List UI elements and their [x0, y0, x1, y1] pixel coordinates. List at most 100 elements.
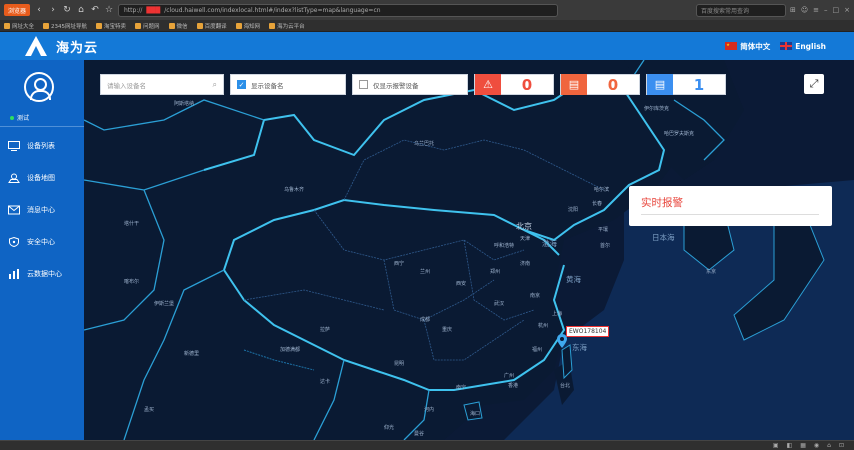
sidebar-item-message-center[interactable]: 消息中心 — [0, 194, 84, 226]
bookmark-item[interactable]: 网址大全 — [4, 22, 34, 30]
home-icon[interactable]: ⌂ — [76, 5, 86, 15]
address-bar[interactable]: http://███/cloud.haiwell.com/indexlocal.… — [118, 3, 558, 17]
app-title: 海为云 — [56, 40, 99, 56]
map-label: 天津 — [520, 236, 531, 242]
map-label: 哈尔滨 — [594, 187, 610, 193]
realtime-alarm-panel: 实时报警 — [629, 186, 832, 226]
sidebar-item-device-list[interactable]: 设备列表 — [0, 130, 84, 162]
status-icon[interactable]: ◧ — [787, 442, 793, 449]
map-label: 阿斯塔纳 — [174, 101, 195, 107]
map-label: 沈阳 — [568, 207, 579, 213]
extensions-icon[interactable]: ⊞ — [790, 6, 796, 14]
search-icon[interactable]: ⌕ — [213, 80, 217, 90]
map-label: 香港 — [508, 383, 519, 389]
sidebar-item-cloud-data-center[interactable]: 云数据中心 — [0, 258, 84, 290]
bookmark-item[interactable]: 海知网 — [235, 22, 260, 30]
close-icon[interactable]: × — [844, 6, 850, 14]
undo-icon[interactable]: ↶ — [90, 5, 100, 15]
map-label: 平壤 — [598, 227, 609, 233]
map-label: 广州 — [504, 373, 515, 379]
lang-english-link[interactable]: English — [780, 42, 826, 51]
map-label: 北京 — [516, 222, 532, 231]
sidebar-item-security-center[interactable]: 安全中心 — [0, 226, 84, 258]
bookmark-icon — [269, 22, 276, 29]
china-flag-icon — [725, 42, 738, 50]
offline-device-icon: ▤ — [561, 74, 587, 95]
browser-search-input[interactable]: 百度搜索常用查询 — [695, 3, 786, 17]
envelope-icon — [8, 205, 20, 215]
map-label: 乌兰巴托 — [414, 141, 435, 147]
map-label: 杭州 — [538, 323, 549, 329]
map-label: 郑州 — [490, 269, 501, 275]
status-icon[interactable]: ◉ — [814, 442, 819, 449]
bookmark-icon — [4, 22, 10, 29]
map-label: 达卡 — [320, 379, 331, 385]
map-label: 武汉 — [494, 301, 505, 307]
shield-icon — [9, 237, 19, 247]
checkbox-unchecked-icon[interactable] — [359, 80, 368, 89]
online-count-badge[interactable]: ▤ 1 — [646, 74, 726, 95]
alarm-panel-title: 实时报警 — [641, 197, 683, 209]
map-toolbar: 请输入设备名 ⌕ ✓ 显示设备名 仅显示报警设备 ⚠ 0 ▤ 0 ▤ 1 — [100, 74, 726, 96]
bookmark-item[interactable]: 2345网址导航 — [43, 22, 87, 30]
user-icon[interactable]: ☺ — [801, 6, 808, 14]
forward-icon[interactable]: › — [48, 5, 58, 15]
device-map[interactable]: 阿斯塔纳 乌兰巴托 乌鲁木齐 伊尔库茨克 哈巴罗夫斯克 哈尔滨 长春 北京 天津… — [84, 60, 854, 440]
back-icon[interactable]: ‹ — [34, 5, 44, 15]
bookmark-item[interactable]: 海为云平台 — [269, 22, 305, 30]
browser-statusbar: ▣ ◧ ▦ ◉ ⌂ ⊡ — [0, 440, 854, 450]
device-search-input[interactable]: 请输入设备名 ⌕ — [100, 74, 224, 95]
map-label: 南京 — [530, 293, 541, 299]
checkbox-checked-icon[interactable]: ✓ — [237, 80, 246, 89]
map-label: 福州 — [532, 347, 543, 353]
status-icon[interactable]: ⊡ — [839, 442, 844, 449]
online-device-icon: ▤ — [647, 74, 673, 95]
map-label: 台北 — [560, 383, 571, 389]
maximize-icon[interactable]: □ — [833, 6, 840, 14]
reload-icon[interactable]: ↻ — [62, 5, 72, 15]
map-label: 新德里 — [184, 351, 200, 357]
show-alarm-only-checkbox[interactable]: 仅显示报警设备 — [352, 74, 468, 95]
show-device-names-checkbox[interactable]: ✓ 显示设备名 — [230, 74, 346, 95]
url-redacted: ███ — [146, 6, 161, 14]
haiwell-logo-icon — [25, 36, 47, 56]
bookmark-item[interactable]: 问题网 — [135, 22, 160, 30]
map-label: 长春 — [592, 201, 603, 207]
avatar[interactable] — [24, 72, 54, 102]
fullscreen-button[interactable]: ⤢ — [804, 74, 824, 94]
bookmark-icon — [235, 22, 242, 29]
map-label: 东海 — [572, 343, 587, 352]
map-label: 仰光 — [384, 425, 395, 431]
map-label: 日本海 — [652, 233, 675, 242]
sidebar-menu: 设备列表 设备地图 消息中心 安全中心 云数据中心 — [0, 130, 84, 290]
offline-count-badge[interactable]: ▤ 0 — [560, 74, 640, 95]
map-label: 呼和浩特 — [494, 243, 515, 249]
bookmark-icon — [135, 22, 142, 29]
map-label: 昆明 — [394, 361, 405, 367]
fullscreen-icon: ⤢ — [809, 77, 819, 90]
device-marker-icon[interactable] — [557, 334, 567, 348]
sidebar-item-device-map[interactable]: 设备地图 — [0, 162, 84, 194]
map-label: 南宁 — [456, 385, 467, 391]
map-label: 东京 — [706, 269, 717, 275]
minimize-icon[interactable]: – — [824, 6, 828, 14]
browser-logo[interactable]: 浏览器 — [4, 4, 30, 16]
map-label: 黄海 — [566, 275, 581, 284]
status-icon[interactable]: ▣ — [773, 442, 779, 449]
user-status: 测试 — [10, 113, 29, 122]
map-label: 河内 — [424, 407, 435, 413]
map-label: 海口 — [470, 411, 481, 417]
map-label: 渤海 — [542, 239, 557, 248]
star-icon[interactable]: ☆ — [104, 5, 114, 15]
menu-icon[interactable]: ≡ — [813, 6, 819, 14]
alarm-count-badge[interactable]: ⚠ 0 — [474, 74, 554, 95]
device-name-label[interactable]: EWO178104 — [566, 326, 610, 337]
bookmark-item[interactable]: 微信 — [168, 22, 188, 30]
bookmark-item[interactable]: 淘宝特卖 — [96, 22, 126, 30]
status-icon[interactable]: ⌂ — [827, 442, 831, 449]
monitor-icon — [8, 141, 20, 151]
lang-chinese-link[interactable]: 简体中文 — [725, 41, 770, 52]
bookmark-icon — [43, 22, 50, 29]
bookmark-item[interactable]: 百度翻译 — [196, 22, 227, 30]
status-icon[interactable]: ▦ — [800, 442, 806, 449]
